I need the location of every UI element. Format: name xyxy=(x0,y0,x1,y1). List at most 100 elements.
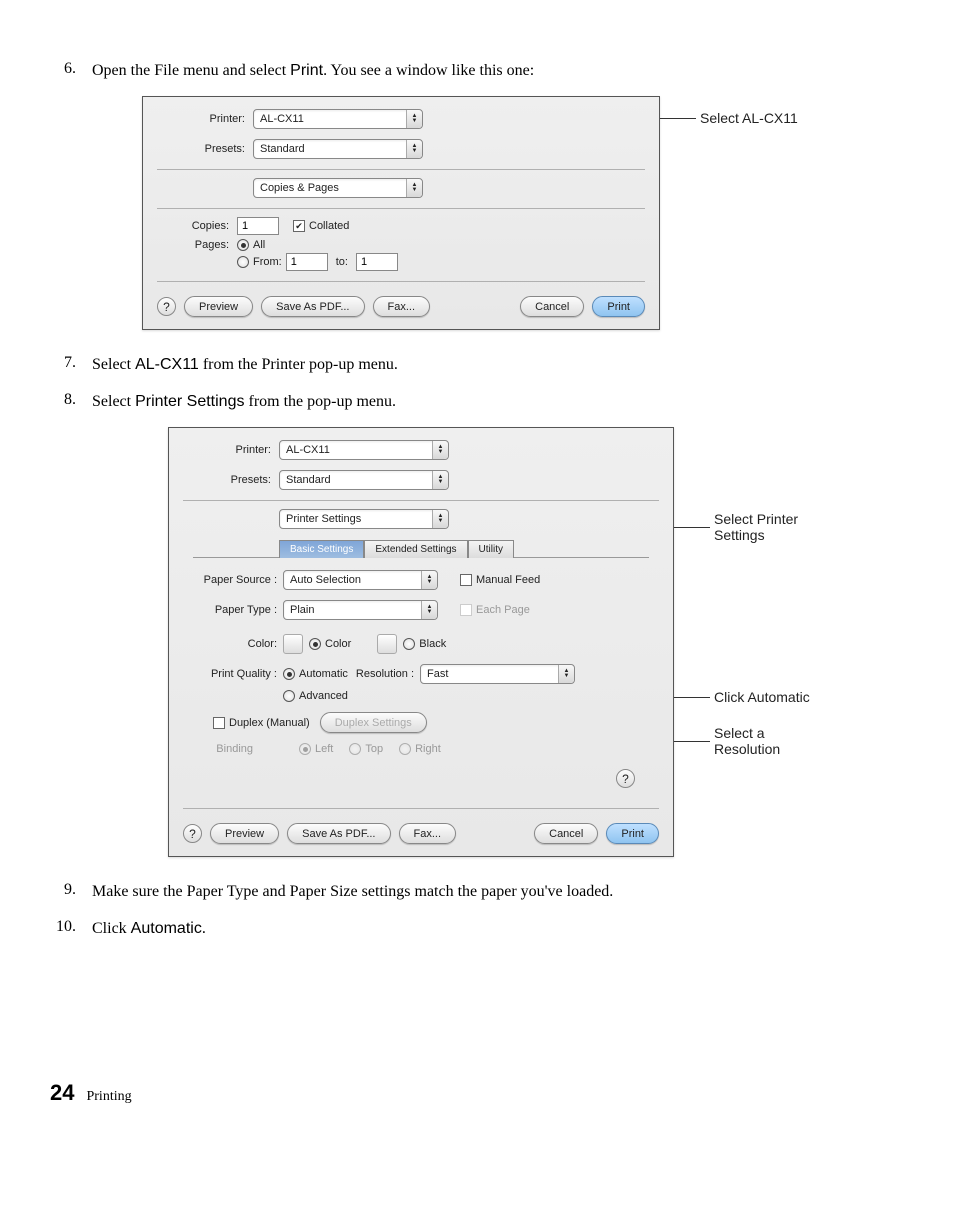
page-title: Printing xyxy=(86,1089,131,1105)
step-7: 7. Select AL-CX11 from the Printer pop-u… xyxy=(50,354,884,376)
print-button[interactable]: Print xyxy=(592,296,645,317)
binding-right-radio: Right xyxy=(399,743,441,755)
from-label: From: xyxy=(253,256,282,268)
collated-label: Collated xyxy=(309,220,349,232)
each-page-checkbox: Each Page xyxy=(460,604,530,616)
printer-select[interactable]: AL-CX11 ▲▼ xyxy=(253,109,423,129)
tabpanel-basic: Paper Source : Auto Selection ▲▼ Manual … xyxy=(193,557,649,800)
tab-utility[interactable]: Utility xyxy=(468,540,514,558)
chevron-updown-icon: ▲▼ xyxy=(406,110,422,128)
annotation-text: Select Printer Settings xyxy=(714,511,814,543)
chevron-updown-icon: ▲▼ xyxy=(432,471,448,489)
divider xyxy=(183,500,659,501)
to-label: to: xyxy=(328,256,356,268)
black-radio[interactable]: Black xyxy=(403,638,446,650)
presets-select[interactable]: Standard ▲▼ xyxy=(253,139,423,159)
fax-button[interactable]: Fax... xyxy=(373,296,431,317)
advanced-radio[interactable]: Advanced xyxy=(283,690,348,702)
radio-icon xyxy=(283,668,295,680)
radio-icon xyxy=(237,256,249,268)
print-dialog-2: Printer: AL-CX11 ▲▼ Presets: Standard ▲▼… xyxy=(168,427,674,857)
step-number: 8. xyxy=(50,391,92,413)
collated-checkbox[interactable]: ✔ Collated xyxy=(293,220,349,232)
radio-icon xyxy=(403,638,415,650)
chevron-updown-icon: ▲▼ xyxy=(406,179,422,197)
checkbox-icon xyxy=(460,604,472,616)
divider xyxy=(183,808,659,809)
paper-source-label: Paper Source : xyxy=(201,574,283,586)
cancel-button[interactable]: Cancel xyxy=(534,823,598,844)
manual-feed-checkbox[interactable]: Manual Feed xyxy=(460,574,540,586)
presets-value: Standard xyxy=(260,143,305,155)
paper-source-select[interactable]: Auto Selection ▲▼ xyxy=(283,570,438,590)
step-text: Select AL-CX11 from the Printer pop-up m… xyxy=(92,354,884,376)
presets-label: Presets: xyxy=(157,143,253,155)
radio-icon xyxy=(349,743,361,755)
step-number: 6. xyxy=(50,60,92,82)
text: . You see a window like this one: xyxy=(323,62,534,79)
annotation: Select AL-CX11 xyxy=(660,110,798,126)
paper-type-select[interactable]: Plain ▲▼ xyxy=(283,600,438,620)
print-button[interactable]: Print xyxy=(606,823,659,844)
print-dialog-1: Printer: AL-CX11 ▲▼ Presets: Standard ▲▼… xyxy=(142,96,660,330)
panel-value: Copies & Pages xyxy=(260,182,339,194)
tab-basic[interactable]: Basic Settings xyxy=(279,540,364,558)
preview-button[interactable]: Preview xyxy=(184,296,253,317)
step-text: Make sure the Paper Type and Paper Size … xyxy=(92,881,884,903)
chevron-updown-icon: ▲▼ xyxy=(558,665,574,683)
radio-icon xyxy=(237,239,249,251)
tab-extended[interactable]: Extended Settings xyxy=(364,540,467,558)
annotation-text: Select AL-CX11 xyxy=(700,110,798,126)
page-number: 24 xyxy=(50,1080,74,1106)
preview-button[interactable]: Preview xyxy=(210,823,279,844)
pages-from-radio[interactable]: From: xyxy=(237,256,282,268)
copies-label: Copies: xyxy=(157,220,237,232)
pages-label: Pages: xyxy=(157,239,237,251)
radio-icon xyxy=(299,743,311,755)
chevron-updown-icon: ▲▼ xyxy=(421,571,437,589)
step-10: 10. Click Automatic. xyxy=(50,918,884,940)
fax-button[interactable]: Fax... xyxy=(399,823,457,844)
presets-value: Standard xyxy=(286,474,331,486)
binding-label: Binding xyxy=(201,743,259,755)
black-icon xyxy=(377,634,397,654)
help-button[interactable]: ? xyxy=(183,824,202,843)
duplex-settings-button: Duplex Settings xyxy=(320,712,427,733)
step-text: Open the File menu and select Print. You… xyxy=(92,60,884,82)
presets-select[interactable]: Standard ▲▼ xyxy=(279,470,449,490)
automatic-radio[interactable]: Automatic xyxy=(283,668,348,680)
divider xyxy=(157,169,645,170)
color-label: Color: xyxy=(201,638,283,650)
chevron-updown-icon: ▲▼ xyxy=(406,140,422,158)
resolution-select[interactable]: Fast ▲▼ xyxy=(420,664,575,684)
radio-icon xyxy=(309,638,321,650)
printer-select[interactable]: AL-CX11 ▲▼ xyxy=(279,440,449,460)
checkbox-icon xyxy=(460,574,472,586)
page-footer: 24 Printing xyxy=(50,1080,884,1106)
save-pdf-button[interactable]: Save As PDF... xyxy=(261,296,364,317)
panel-select[interactable]: Printer Settings ▲▼ xyxy=(279,509,449,529)
help-button[interactable]: ? xyxy=(157,297,176,316)
binding-top-radio: Top xyxy=(349,743,383,755)
step-6: 6. Open the File menu and select Print. … xyxy=(50,60,884,82)
from-input[interactable] xyxy=(286,253,328,271)
radio-icon xyxy=(399,743,411,755)
step-text: Click Automatic. xyxy=(92,918,884,940)
divider xyxy=(157,281,645,282)
radio-icon xyxy=(283,690,295,702)
help-button[interactable]: ? xyxy=(616,769,635,788)
color-icon xyxy=(283,634,303,654)
checkbox-icon: ✔ xyxy=(293,220,305,232)
pages-all-radio[interactable]: All xyxy=(237,239,265,251)
to-input[interactable] xyxy=(356,253,398,271)
chevron-updown-icon: ▲▼ xyxy=(421,601,437,619)
color-radio[interactable]: Color xyxy=(309,638,351,650)
panel-select[interactable]: Copies & Pages ▲▼ xyxy=(253,178,423,198)
duplex-checkbox[interactable]: Duplex (Manual) xyxy=(213,717,310,729)
print-quality-label: Print Quality : xyxy=(201,668,283,680)
printer-value: AL-CX11 xyxy=(286,444,330,456)
copies-input[interactable] xyxy=(237,217,279,235)
annotation-text: Select a Resolution xyxy=(714,725,804,757)
save-pdf-button[interactable]: Save As PDF... xyxy=(287,823,390,844)
cancel-button[interactable]: Cancel xyxy=(520,296,584,317)
